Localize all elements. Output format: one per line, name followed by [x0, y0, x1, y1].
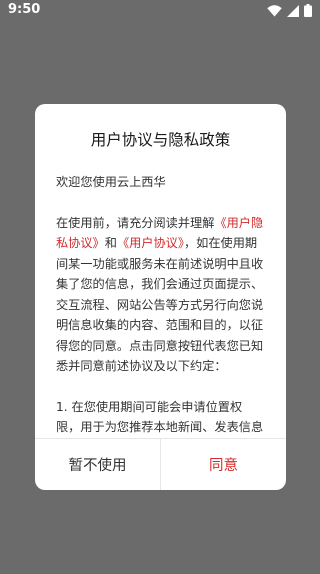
agreement-details-text: ，如在使用期间某一功能或服务未在前述说明中且收集了您的信息，我们会通过页面提示、… [56, 236, 264, 373]
signal-icon [287, 4, 299, 17]
dialog-title: 用户协议与隐私政策 [90, 131, 231, 149]
privacy-dialog: 用户协议与隐私政策 欢迎您使用云上西华 在使用前，请充分阅读并理解《用户隐私协议… [35, 104, 286, 490]
status-icons [267, 4, 312, 17]
user-agreement-link[interactable]: 《用户协议》 [117, 236, 184, 250]
dialog-body[interactable]: 欢迎您使用云上西华 在使用前，请充分阅读并理解《用户隐私协议》和《用户协议》，如… [56, 172, 266, 434]
greeting-text: 欢迎您使用云上西华 [56, 175, 166, 189]
location-permission-item: 1. 在您使用期间可能会申请位置权限，用于为您推荐本地新闻、发表信息时展示位置信… [56, 399, 264, 435]
status-bar: 9:50 [0, 0, 320, 22]
and-text: 和 [104, 236, 117, 250]
battery-icon [304, 4, 312, 17]
screen: 9:50 用户协议与隐私政策 欢迎您使用云上西华 在使用前，请充分阅读并理解《用… [0, 0, 320, 574]
status-time: 9:50 [8, 2, 41, 17]
wifi-icon [267, 4, 282, 17]
decline-button[interactable]: 暂不使用 [35, 439, 160, 490]
agree-button[interactable]: 同意 [161, 439, 286, 490]
agreement-paragraph: 在使用前，请充分阅读并理解《用户隐私协议》和《用户协议》，如在使用期间某一功能或… [56, 213, 266, 377]
intro-text: 在使用前，请充分阅读并理解 [56, 215, 215, 230]
